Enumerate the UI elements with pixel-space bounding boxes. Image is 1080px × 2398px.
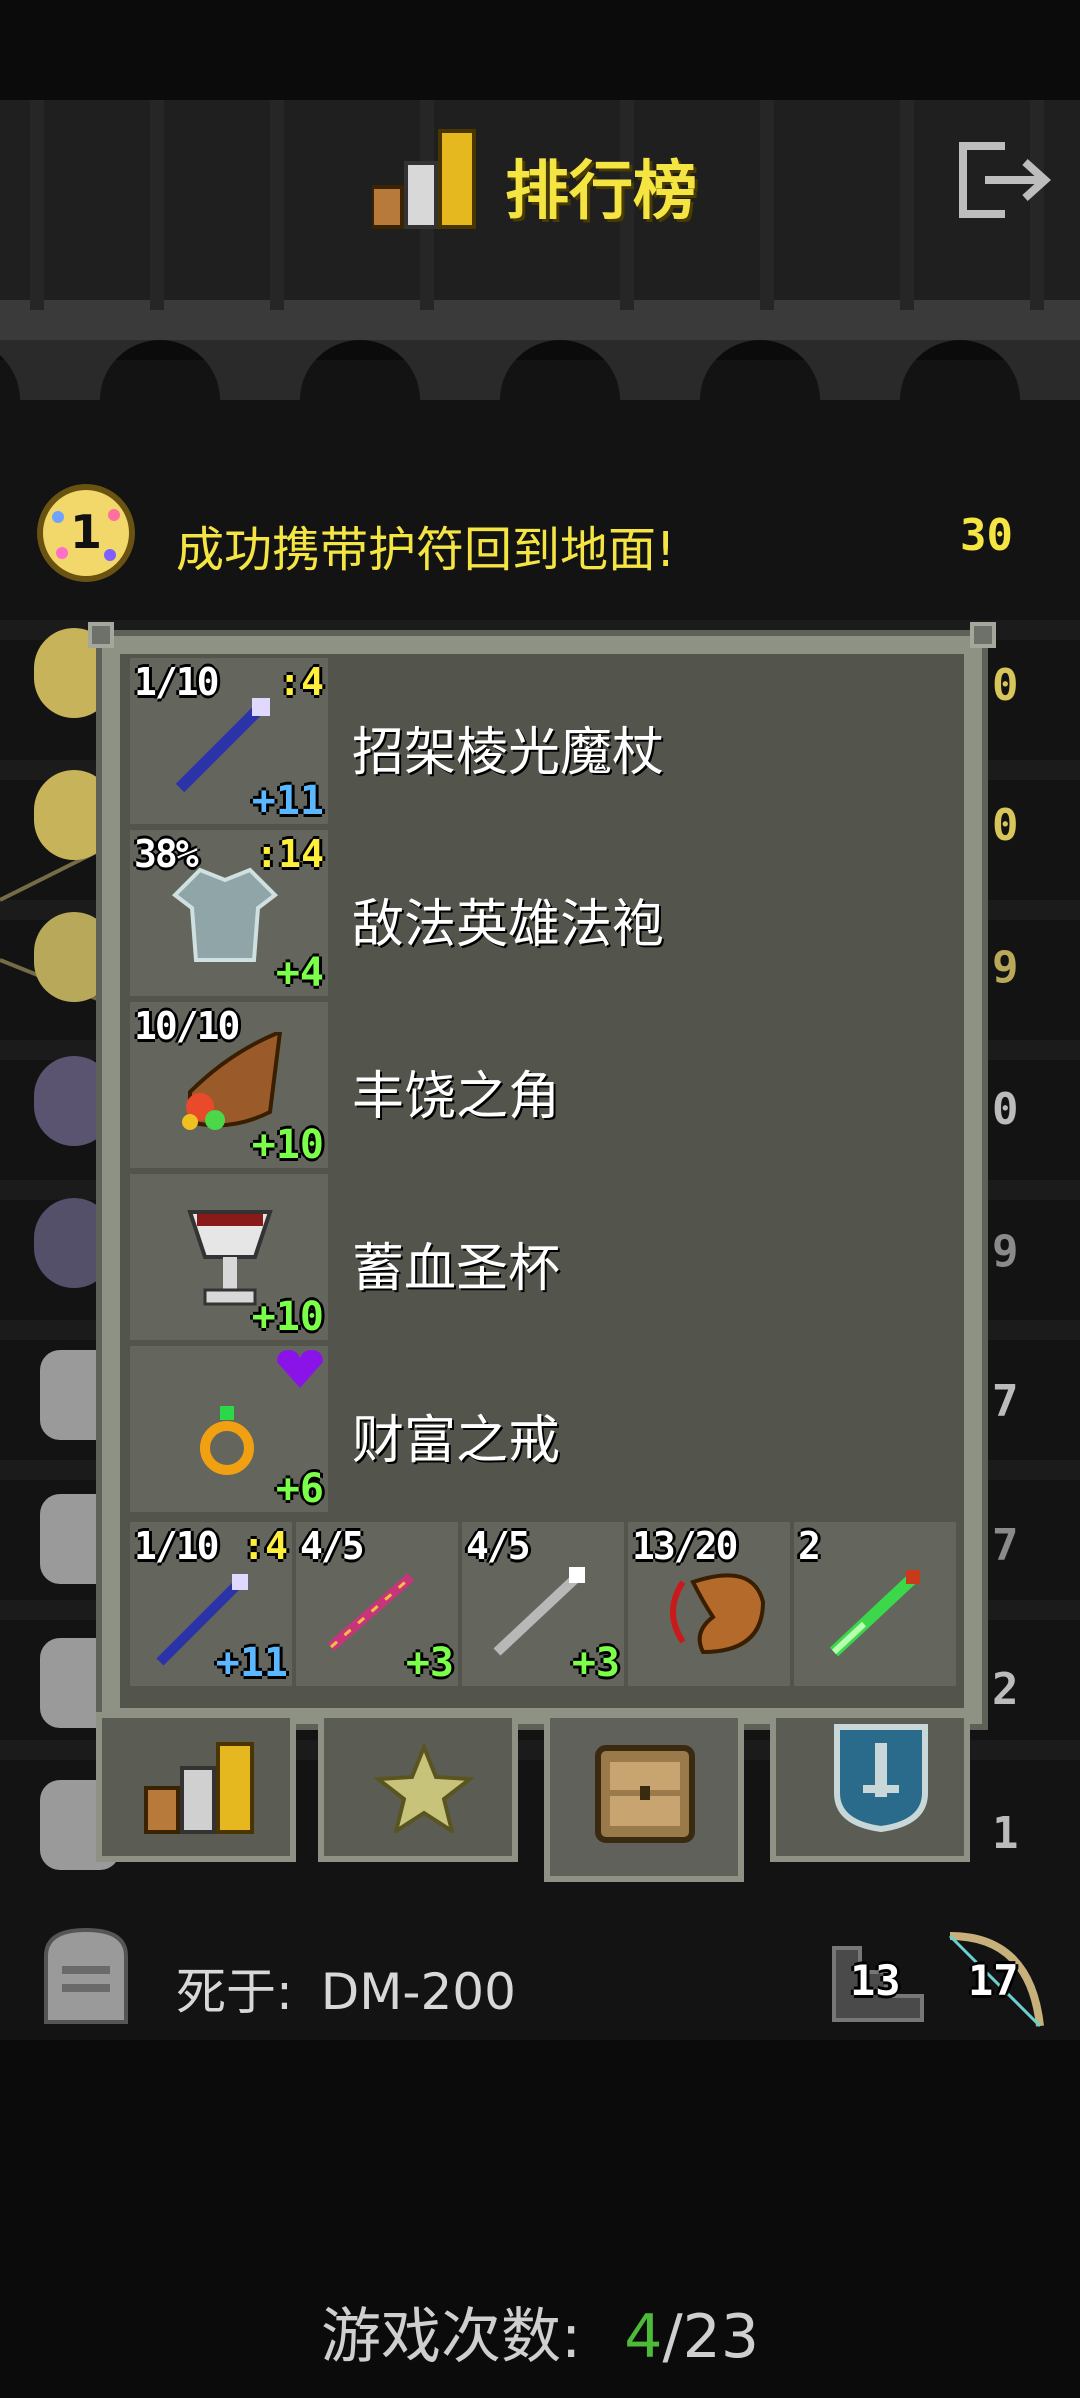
quickslot[interactable]: 4/5 +3: [462, 1522, 624, 1686]
tombstone-icon: [44, 1927, 128, 2024]
item-slot[interactable]: +10: [130, 1174, 328, 1340]
item-name: 敌法英雄法袍: [352, 895, 665, 955]
upgrade-label: +11: [215, 1640, 288, 1686]
item-row[interactable]: 38% :14 +4 敌法英雄法袍: [130, 830, 954, 1000]
charge-label: 1/10: [134, 1524, 220, 1568]
rank-number: 1: [69, 505, 102, 559]
upgrade-label: +10: [251, 1294, 324, 1340]
upgrade-label: +3: [571, 1640, 620, 1686]
tab-badges[interactable]: [318, 1712, 518, 1862]
bg-score: 1: [992, 1808, 1019, 1859]
item-row[interactable]: 1/10 :4 +11 招架棱光魔杖: [130, 658, 954, 828]
cursed-heart-icon: [277, 1350, 323, 1388]
charge-label: 13/20: [632, 1524, 738, 1568]
item-slot[interactable]: 38% :14 +4: [130, 830, 328, 996]
charge-label: 10/10: [134, 1004, 240, 1048]
quickslot[interactable]: 13/20: [628, 1522, 790, 1686]
charge-label: 4/5: [300, 1524, 365, 1568]
death-label: 死于:: [176, 1963, 293, 2021]
item-name: 蓄血圣杯: [352, 1239, 561, 1299]
games-label: 游戏次数:: [320, 2302, 582, 2372]
item-row[interactable]: +10 蓄血圣杯: [130, 1174, 954, 1344]
tab-items[interactable]: [544, 1712, 744, 1882]
page-title: 排行榜: [505, 155, 697, 229]
item-name: 招架棱光魔杖: [352, 723, 665, 783]
item-slot[interactable]: 1/10 :4 +11: [130, 658, 328, 824]
upgrade-label: +11: [251, 778, 324, 824]
item-name: 财富之戒: [352, 1411, 561, 1471]
tab-stats[interactable]: [770, 1712, 970, 1862]
panel-corner: [970, 622, 996, 648]
bg-score: 0: [992, 1084, 1019, 1135]
quickslot[interactable]: 4/5 +3: [296, 1522, 458, 1686]
quickslot[interactable]: 1/10 :4 +11: [130, 1522, 292, 1686]
item-slot[interactable]: +6: [130, 1346, 328, 1512]
robe-icon: [171, 867, 279, 962]
games-total: /23: [662, 2302, 760, 2372]
games-current: 4: [624, 2302, 663, 2372]
leaderboard-icon: [144, 1742, 254, 1834]
count-label: 2: [798, 1524, 821, 1568]
bg-score: 9: [992, 1226, 1019, 1277]
item-row[interactable]: +6 财富之戒: [130, 1346, 954, 1516]
quickslot[interactable]: 2: [794, 1522, 956, 1686]
upgrade-label: +6: [275, 1466, 324, 1512]
charge-label: 1/10: [134, 660, 220, 704]
ring-icon: [200, 1406, 254, 1475]
strength-label: :4: [242, 1524, 288, 1568]
bg-score: 7: [992, 1376, 1019, 1427]
upgrade-label: +4: [275, 950, 324, 996]
tab-rankings[interactable]: [96, 1712, 296, 1862]
bg-score: 2: [992, 1664, 1019, 1715]
panel-corner: [88, 622, 114, 648]
games-played: 游戏次数: 4/23: [0, 2288, 1080, 2375]
durability-label: 38%: [134, 832, 199, 876]
upgrade-label: +3: [405, 1640, 454, 1686]
record-score: 30: [960, 510, 1013, 561]
item-inventory-panel: 1/10 :4 +11 招架棱光魔杖 38% :14 +4 敌法英雄法袍 10/…: [88, 622, 996, 1730]
death-cause-value: DM-200: [320, 1963, 516, 2021]
upgrade-label: +10: [251, 1122, 324, 1168]
trophy-bars-icon: [372, 129, 476, 229]
depth-label: 13: [850, 1956, 901, 2005]
death-cause: 死于: DM-200: [176, 1952, 516, 2024]
horn-icon: [670, 1573, 766, 1655]
dart-icon: [829, 1570, 920, 1657]
bg-score: 7: [992, 1520, 1019, 1571]
strength-label: :14: [255, 832, 324, 876]
backpack-icon: [595, 1745, 695, 1843]
bg-score: 0: [992, 660, 1019, 711]
level-label: 17: [968, 1956, 1019, 2005]
item-name: 丰饶之角: [352, 1067, 561, 1127]
charge-label: 4/5: [466, 1524, 531, 1568]
sword-shield-icon: [834, 1724, 928, 1833]
strength-label: :4: [278, 660, 324, 704]
bg-score: 0: [992, 800, 1019, 851]
panel-inner: 1/10 :4 +11 招架棱光魔杖 38% :14 +4 敌法英雄法袍 10/…: [120, 654, 964, 1708]
badge-star-icon: [374, 1743, 474, 1833]
quickslot-bar: 1/10 :4 +11 4/5 +3 4/5 +3 13/20 2: [130, 1522, 956, 1686]
bg-score: 9: [992, 942, 1019, 993]
item-slot[interactable]: 10/10 +10: [130, 1002, 328, 1168]
record-description[interactable]: 成功携带护符回到地面!: [176, 510, 675, 580]
item-row[interactable]: 10/10 +10 丰饶之角: [130, 1002, 954, 1172]
exit-door-icon[interactable]: [955, 140, 1055, 220]
